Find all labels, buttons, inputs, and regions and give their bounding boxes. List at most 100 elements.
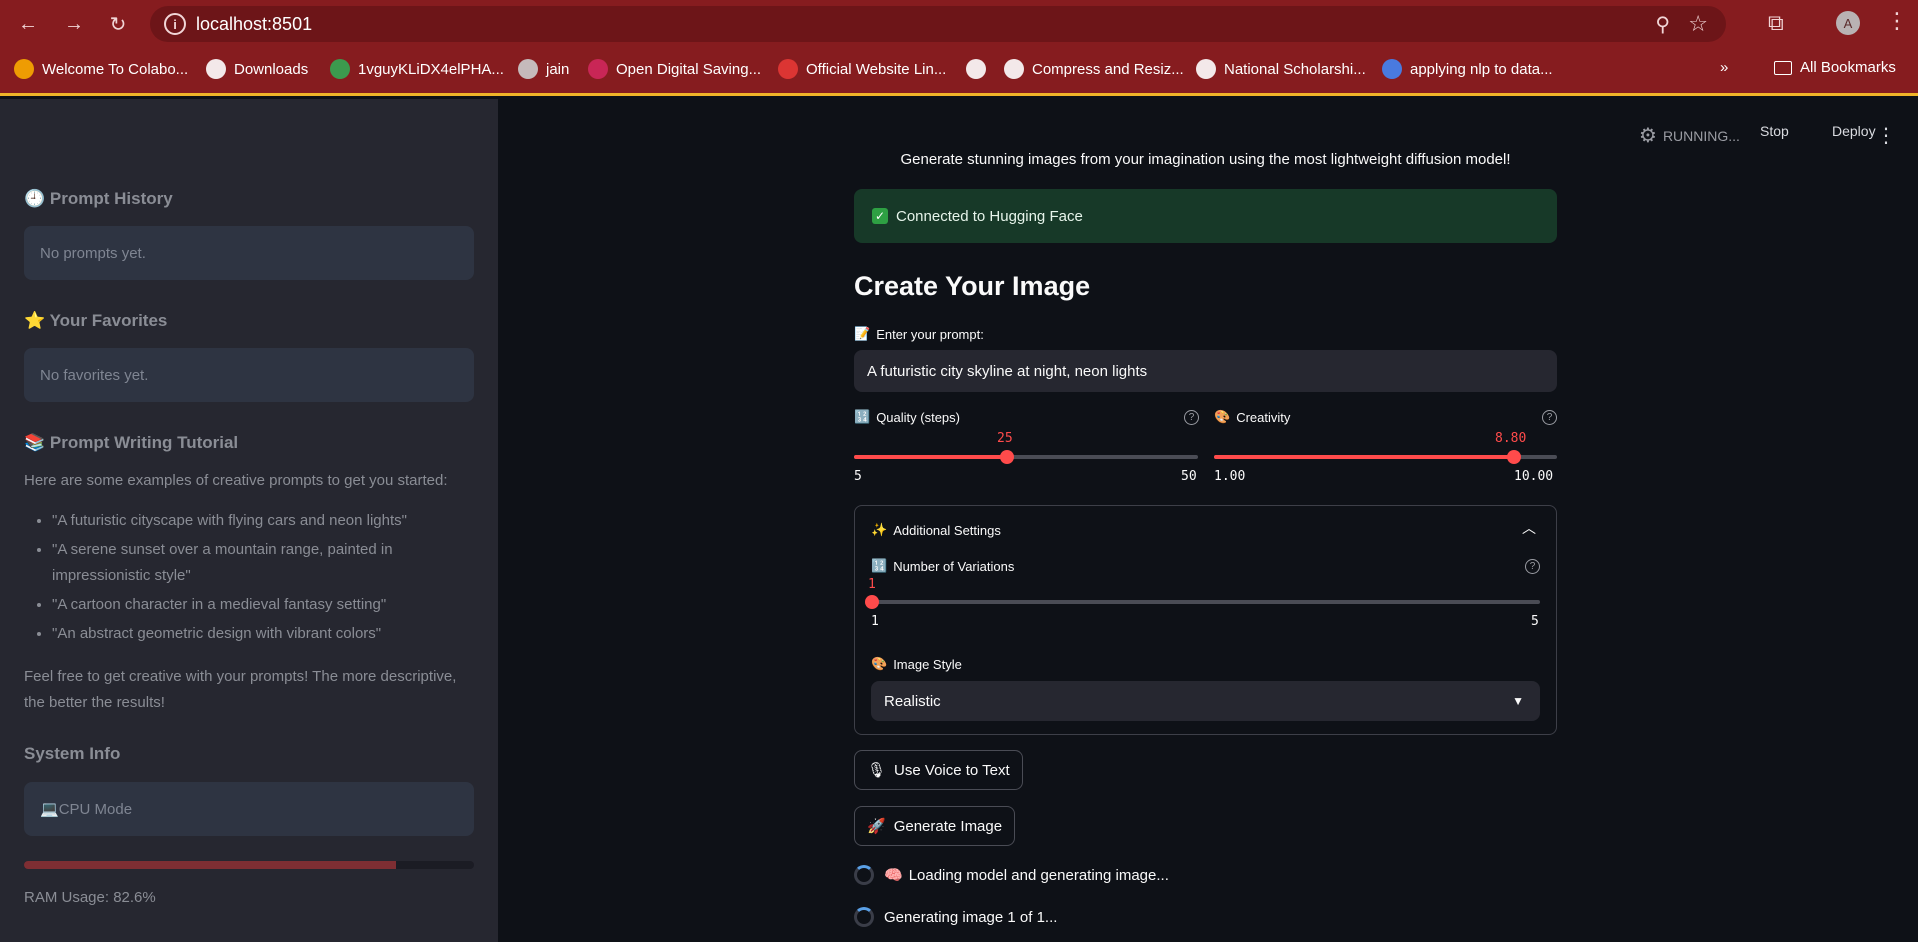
quality-slider-thumb[interactable] [1000,450,1014,464]
ram-usage-bar [24,861,474,869]
bank-icon [588,59,608,79]
palette-icon: 🎨 [871,656,888,671]
variations-max: 5 [1531,614,1539,629]
system-info-heading: System Info [24,744,121,763]
page-title: Create Your Image [854,271,1091,301]
creativity-slider-fill [1214,455,1514,459]
browser-toolbar: ← → ↻ i localhost:8501 ⚲ ☆ ⧉ A ⋮ [0,0,1918,48]
quality-help-icon[interactable]: ? [1184,410,1199,425]
numbers-icon: 🔢 [854,409,871,424]
bookmark-item[interactable]: applying nlp to data... [1382,59,1553,79]
prompt-history-empty: No prompts yet. [24,226,474,280]
main-menu-icon[interactable]: ⋮ [1876,123,1896,148]
palette-icon: 🎨 [1214,409,1231,424]
loading-status: 🧠 Loading model and generating image... [854,865,1169,885]
folder-icon [1774,60,1792,75]
profile-avatar[interactable]: A [1836,11,1860,35]
sparkles-icon: ✨ [871,522,888,537]
generating-status: Generating image 1 of 1... [854,907,1057,927]
laptop-icon: 💻 [40,801,59,818]
creativity-help-icon[interactable]: ? [1542,410,1557,425]
variations-slider-thumb[interactable] [865,595,879,609]
forward-arrow-icon[interactable]: → [60,10,88,38]
brain-icon: 🧠 [884,867,903,884]
bookmarks-bar: » All Bookmarks Welcome To Colabo... Down… [0,48,1918,96]
quality-label: 🔢 Quality (steps) [854,409,960,425]
bookmark-item[interactable]: Downloads [206,59,308,79]
tutorial-heading: 📚 Prompt Writing Tutorial [24,433,239,452]
chevron-up-icon[interactable]: ︿ [1522,518,1536,538]
bookmarks-overflow-button[interactable]: » [1720,59,1728,76]
clock-icon: 🕘 [24,189,50,208]
creativity-slider-thumb[interactable] [1507,450,1521,464]
list-item: "A serene sunset over a mountain range, … [52,537,474,589]
bookmark-star-icon[interactable]: ☆ [1688,11,1708,37]
star-icon: ⭐ [24,311,50,330]
variations-min: 1 [871,614,879,629]
sidebar: 🕘 Prompt History No prompts yet. ⭐ Your … [0,99,498,942]
image-style-select[interactable]: Realistic ▼ [871,681,1540,721]
keycap-numbers-icon: 🔢 [871,558,888,573]
bookmark-item[interactable]: Welcome To Colabo... [14,59,188,79]
additional-settings-header[interactable]: ✨ Additional Settings [871,522,1001,538]
app-subtitle: Generate stunning images from your imagi… [900,151,1511,168]
rocket-icon: 🚀 [867,818,886,835]
cpu-mode-box: 💻 CPU Mode [24,782,474,836]
running-bike-icon: ⚙ [1639,125,1657,147]
additional-settings-expander: ✨ Additional Settings ︿ 🔢 Number of Variat… [854,505,1557,735]
generate-image-button[interactable]: 🚀 Generate Image [854,806,1016,846]
image-style-label: 🎨 Image Style [871,656,962,672]
quality-min: 5 [854,469,862,484]
address-bar[interactable]: i localhost:8501 ⚲ ☆ [150,6,1726,42]
variations-value: 1 [868,577,876,592]
bookmark-item[interactable]: Compress and Resiz... [1004,59,1184,79]
spinner-icon [854,907,874,927]
microphone-icon: 🎙 [867,762,887,779]
site-info-icon[interactable]: i [164,13,186,35]
bookmark-item[interactable]: jain [518,59,569,79]
prompt-history-heading: 🕘 Prompt History [24,189,173,208]
list-item: "A futuristic cityscape with flying cars… [52,508,474,534]
browser-menu-icon[interactable]: ⋮ [1886,10,1908,32]
all-bookmarks-button[interactable]: All Bookmarks [1774,59,1896,76]
prompt-label: 📝 Enter your prompt: [854,326,984,342]
variations-label: 🔢 Number of Variations [871,558,1015,574]
colab-icon [14,59,34,79]
bookmark-item[interactable] [966,59,994,79]
quality-max: 50 [1181,469,1197,484]
example-prompts-list: "A futuristic cityscape with flying cars… [24,508,474,650]
spinner-icon [854,865,874,885]
voice-to-text-button[interactable]: 🎙 Use Voice to Text [854,750,1023,790]
prompt-input[interactable]: A futuristic city skyline at night, neon… [854,350,1557,392]
bookmark-item[interactable]: Official Website Lin... [778,59,946,79]
bookmark-item[interactable]: Open Digital Saving... [588,59,761,79]
variations-slider-track[interactable] [871,600,1540,604]
quality-value: 25 [997,431,1013,446]
url-text[interactable]: localhost:8501 [196,14,312,35]
stop-button[interactable]: Stop [1760,123,1789,139]
brand-icon [778,59,798,79]
list-item: "A cartoon character in a medieval fanta… [52,592,474,618]
ram-usage-label: RAM Usage: 82.6% [24,889,156,906]
creativity-value: 8.80 [1495,431,1527,446]
download-icon [206,59,226,79]
globe-icon [1004,59,1024,79]
back-arrow-icon[interactable]: ← [14,10,42,38]
favorites-heading: ⭐ Your Favorites [24,311,168,330]
google-drive-icon [330,59,350,79]
deploy-button[interactable]: Deploy [1832,123,1876,139]
variations-help-icon[interactable]: ? [1525,559,1540,574]
bookmark-item[interactable]: National Scholarshi... [1196,59,1366,79]
zoom-icon[interactable]: ⚲ [1655,12,1670,37]
tutorial-intro: Here are some examples of creative promp… [24,472,448,489]
memo-icon: 📝 [854,326,871,341]
tutorial-outro: Feel free to get creative with your prom… [24,668,457,711]
creativity-max: 10.00 [1514,469,1554,484]
creativity-label: 🎨 Creativity [1214,409,1291,425]
bookmark-item[interactable]: 1vguyKLiDX4elPHA... [330,59,504,79]
robot-icon [518,59,538,79]
extensions-icon[interactable]: ⧉ [1768,10,1784,36]
google-icon [1382,59,1402,79]
chevron-down-icon: ▼ [1512,694,1524,708]
reload-icon[interactable]: ↻ [104,10,132,38]
